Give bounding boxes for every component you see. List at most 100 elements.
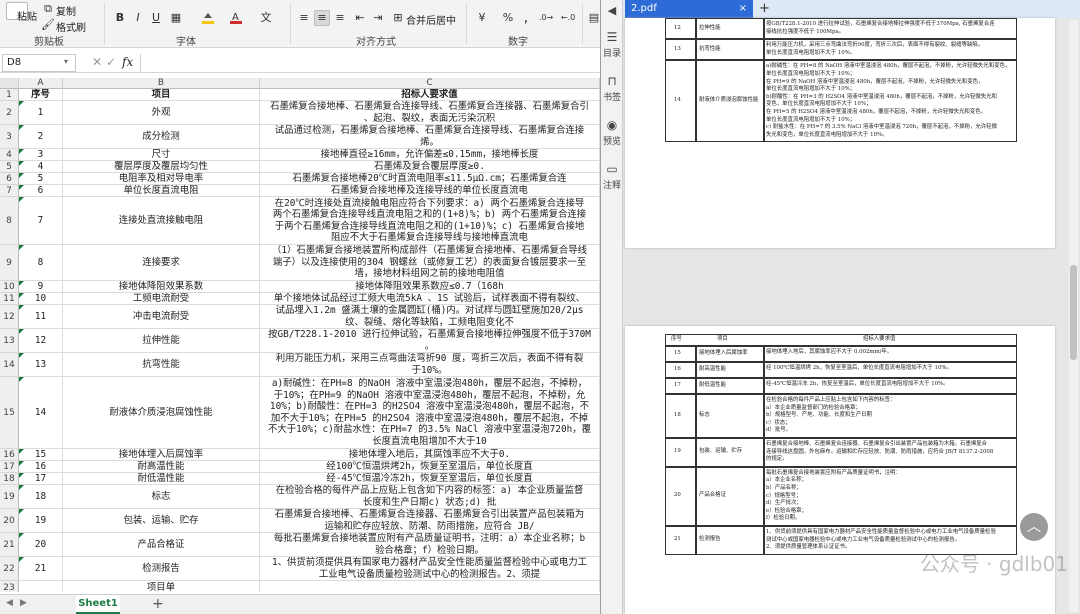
font-color-icon[interactable]: A [228, 10, 244, 26]
cell-a[interactable]: 18 [19, 485, 63, 509]
cell-c[interactable]: 接地体降阻效果系数应≤0.7（168h [260, 281, 600, 293]
row-header[interactable]: 3 [0, 125, 19, 149]
cell-a[interactable]: 4 [19, 161, 63, 173]
pdf-scroll-thumb[interactable] [1070, 265, 1077, 360]
cell-b[interactable]: 项目 [63, 89, 260, 101]
cell-b[interactable]: 尺寸 [63, 149, 260, 161]
cell-b[interactable]: 连接要求 [63, 245, 260, 281]
phonetic-icon[interactable]: 文 [258, 10, 274, 26]
cell-a[interactable]: 2 [19, 125, 63, 149]
row-header[interactable]: 13 [0, 329, 19, 353]
cell-a[interactable]: 8 [19, 245, 63, 281]
decrease-decimal-icon[interactable]: ←.0 [560, 10, 576, 26]
cell-b[interactable]: 产品合格证 [63, 533, 260, 557]
row-header[interactable]: 14 [0, 353, 19, 377]
cell-a[interactable]: 21 [19, 557, 63, 581]
cell-c[interactable]: （1）石墨烯复合接地装置所构成部件（石墨烯复合接地棒、石墨烯复合导线 端子）以及连… [260, 245, 600, 281]
name-box-dropdown-icon[interactable]: ▾ [64, 57, 68, 66]
row-header[interactable]: 8 [0, 197, 19, 245]
cell-c[interactable]: 试品通过检测，石墨烯复合接地棒、石墨烯复合连接导线、石墨烯复合连接 烯。 [260, 125, 600, 149]
spreadsheet-grid[interactable]: A B C 1 序号 项目 招标人要求值 2 1 外观 石墨烯复合接地棒、石墨烯复合连接导线、… [0, 78, 600, 592]
cell-c[interactable]: 利用万能压力机，采用三点弯曲法弯折90 度，弯折三次后，表面不得有裂 于10%。 [260, 353, 600, 377]
scroll-to-top-button[interactable]: ︿ [1020, 513, 1048, 541]
select-all-corner[interactable] [0, 78, 19, 89]
row-header[interactable]: 1 [0, 89, 19, 101]
percent-button[interactable]: % [500, 10, 516, 26]
cell-b[interactable]: 连接处直流接触电阻 [63, 197, 260, 245]
cell-b[interactable]: 成分检测 [63, 125, 260, 149]
row-header[interactable]: 19 [0, 485, 19, 509]
cell-a[interactable]: 9 [19, 281, 63, 293]
italic-icon[interactable]: I [130, 10, 146, 26]
row-header[interactable]: 22 [0, 557, 19, 581]
merge-center-button[interactable]: 合并后居中 [406, 12, 456, 27]
row-header[interactable]: 5 [0, 161, 19, 173]
comment-label[interactable]: 注释 [601, 178, 623, 191]
merge-center-icon[interactable]: ⊞ [390, 10, 406, 26]
column-header-a[interactable]: A [19, 78, 63, 89]
column-header-c[interactable]: C [260, 78, 600, 89]
format-painter-button[interactable]: 格式刷 [56, 19, 86, 34]
cell-c[interactable] [260, 581, 600, 592]
cell-c[interactable]: 石墨烯复合接地棒、石墨烯复合连接导线、石墨烯复合连接器、石墨烯复合引 、起泡、裂纹… [260, 101, 600, 125]
cell-b[interactable]: 接地体降阻效果系数 [63, 281, 260, 293]
cell-c[interactable]: 经-45℃恒温冷冻2h，恢复至室温后，单位长度直 [260, 473, 600, 485]
cell-c[interactable]: 每批石墨烯复合接地装置应附有产品质量证明书，注明：a）本企业名称；b 验合格章；f… [260, 533, 600, 557]
cancel-icon[interactable]: ✕ [92, 55, 102, 69]
bold-icon[interactable]: B [112, 10, 128, 26]
cell-b[interactable]: 外观 [63, 101, 260, 125]
toc-icon[interactable]: ☰ [601, 30, 623, 44]
tab-sheet1[interactable]: Sheet1 [76, 595, 120, 614]
cell-b[interactable]: 电阻率及相对导电率 [63, 173, 260, 185]
cell-a[interactable]: 5 [19, 173, 63, 185]
cell-c[interactable]: a)耐碱性：在PH=8 的NaOH 溶液中室温浸泡480h，覆层不起泡，不掉粉，… [260, 377, 600, 449]
toc-label[interactable]: 目录 [601, 46, 623, 59]
cell-c[interactable]: 石墨烯复合接地棒及连接导线的单位长度直流电 [260, 185, 600, 197]
row-header[interactable]: 20 [0, 509, 19, 533]
row-header[interactable]: 18 [0, 473, 19, 485]
enter-icon[interactable]: ✓ [106, 55, 116, 69]
cell-a[interactable] [19, 581, 63, 592]
cell-a[interactable]: 序号 [19, 89, 63, 101]
row-header[interactable]: 15 [0, 377, 19, 449]
cell-b[interactable]: 工频电流耐受 [63, 293, 260, 305]
cell-b[interactable]: 标志 [63, 485, 260, 509]
pdf-scrollbar[interactable] [1069, 20, 1078, 612]
cell-b[interactable]: 冲击电流耐受 [63, 305, 260, 329]
paste-button[interactable]: 粘贴 [17, 8, 37, 23]
fill-color-icon[interactable] [200, 10, 216, 26]
cell-a[interactable]: 12 [19, 329, 63, 353]
row-header[interactable]: 4 [0, 149, 19, 161]
cell-c[interactable]: 经100℃恒温烘烤2h，恢复至室温后，单位长度直 [260, 461, 600, 473]
cell-a[interactable]: 14 [19, 377, 63, 449]
row-header[interactable]: 11 [0, 293, 19, 305]
row-header[interactable]: 21 [0, 533, 19, 557]
row-header[interactable]: 2 [0, 101, 19, 125]
cell-b[interactable]: 拉伸性能 [63, 329, 260, 353]
cell-b[interactable]: 耐液体介质浸泡腐蚀性能 [63, 377, 260, 449]
cell-c[interactable]: 试品埋入1.2m 盛满土壤的金属圆缸(桶)内。对试样与圆缸壁施加20/2μs 纹、… [260, 305, 600, 329]
increase-decimal-icon[interactable]: .0→ [538, 10, 554, 26]
cell-c[interactable]: 1、供货前须提供具有国家电力器材产品安全性能质量监督检验中心或电力工 工业电气设备… [260, 557, 600, 581]
menu-icon[interactable]: ◀ [601, 4, 623, 17]
cell-b[interactable]: 耐高温性能 [63, 461, 260, 473]
cell-b[interactable]: 耐低温性能 [63, 473, 260, 485]
pdf-tab-active[interactable]: 2.pdf × [625, 0, 753, 18]
cell-c[interactable]: 接地棒直径≥16mm，允许偏差≤0.15mm，接地棒长度 [260, 149, 600, 161]
close-tab-icon[interactable]: × [739, 0, 747, 18]
cell-b[interactable]: 单位长度直流电阻 [63, 185, 260, 197]
column-header-b[interactable]: B [63, 78, 260, 89]
cell-b[interactable]: 项目单 [63, 581, 260, 592]
comma-button[interactable]: , [518, 10, 534, 26]
cell-a[interactable]: 11 [19, 305, 63, 329]
bookmark-label[interactable]: 书签 [601, 90, 623, 103]
align-right-icon[interactable]: ≡ [332, 10, 348, 26]
cell-b[interactable]: 覆层厚度及覆层均匀性 [63, 161, 260, 173]
preview-label[interactable]: 预览 [601, 134, 623, 147]
cell-a[interactable]: 7 [19, 197, 63, 245]
cell-b[interactable]: 检测报告 [63, 557, 260, 581]
new-tab-icon[interactable]: + [759, 1, 770, 16]
preview-icon[interactable]: ◉ [601, 118, 623, 132]
cell-c[interactable]: 在检验合格的每件产品上应贴上包含如下内容的标签：a) 本企业质量监督 长度和生产日… [260, 485, 600, 509]
cell-c[interactable]: 在20℃时连接处直流接触电阻应符合下列要求：a) 两个石墨烯复合连接导 两个石墨烯… [260, 197, 600, 245]
